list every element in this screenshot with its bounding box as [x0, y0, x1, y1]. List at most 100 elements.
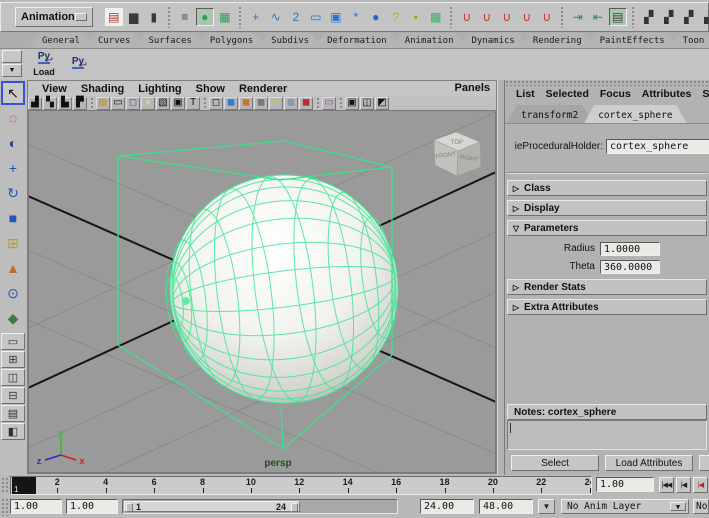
grid-toggle-icon[interactable]: ▦	[96, 96, 110, 110]
save-scene-icon[interactable]: ▮	[145, 8, 163, 26]
gate-mask-icon[interactable]: ●	[141, 96, 155, 110]
viewport-menu-show[interactable]: Show	[196, 83, 225, 95]
layout-two-pane-stacked[interactable]: ⊟	[1, 387, 25, 404]
ae-menu-attributes[interactable]: Attributes	[642, 88, 692, 100]
image-plane-icon[interactable]: ▛	[73, 96, 87, 110]
curve-pencil-icon[interactable]: 2	[287, 8, 305, 26]
lasso-tool[interactable]: ◌	[1, 106, 25, 130]
show-manipulator-tool[interactable]: ⊙	[1, 281, 25, 305]
range-slider[interactable]: 1 24	[122, 499, 398, 514]
range-bar-drag-handle[interactable]	[1, 498, 8, 516]
deformation-mask-icon[interactable]: ▣	[327, 8, 345, 26]
film-gate-icon[interactable]: ▭	[111, 96, 125, 110]
ipr-render-icon[interactable]: ▞	[660, 8, 678, 26]
step-back-frame-button[interactable]: |◀	[676, 477, 691, 493]
notes-header[interactable]: Notes: cortex_sphere	[507, 404, 707, 420]
copy-tab-button-partial[interactable]	[699, 455, 709, 471]
playback-end-field[interactable]: 24.00	[420, 499, 474, 514]
menu-set-selector[interactable]: Animation	[15, 7, 93, 27]
section-parameters[interactable]: ▽ Parameters	[507, 220, 707, 236]
shelf-tab-polygons[interactable]: Polygons	[198, 33, 265, 48]
render-current-frame-icon[interactable]: ▞	[640, 8, 658, 26]
shelf-menu-button[interactable]: ▼	[2, 64, 22, 77]
shelf-tab-animation[interactable]: Animation	[393, 33, 466, 48]
lighting-all-icon[interactable]: ¤	[269, 96, 283, 110]
paint-effects-icon[interactable]: ▩	[427, 8, 445, 26]
texture-borders-icon[interactable]: ▣	[345, 96, 359, 110]
shelf-item-python-1[interactable]: Py ↩	[62, 50, 94, 78]
time-slider-drag-handle[interactable]	[1, 477, 8, 494]
param-field-radius[interactable]: 1.0000	[600, 241, 660, 256]
ae-tab-cortex_sphere[interactable]: cortex_sphere	[584, 105, 686, 123]
go-to-start-button[interactable]: |◀◀	[659, 477, 674, 493]
layout-hypergraph-persp[interactable]: ◧	[1, 423, 25, 440]
node-name-field[interactable]: cortex_sphere	[606, 139, 709, 154]
field-chart-icon[interactable]: ▧	[156, 96, 170, 110]
scale-tool[interactable]: ■	[1, 206, 25, 230]
use-default-material-icon[interactable]: ◼	[254, 96, 268, 110]
smooth-shade-mode-icon[interactable]: ◼	[224, 96, 238, 110]
section-display[interactable]: ▷ Display	[507, 200, 707, 216]
playback-start-field[interactable]: 1.00	[66, 499, 118, 514]
dynamics-mask-icon[interactable]: *	[347, 8, 365, 26]
shelf-tab-rendering[interactable]: Rendering	[521, 33, 594, 48]
new-scene-icon[interactable]: ▤	[104, 8, 123, 26]
playback-range-handle[interactable]: 1 24	[124, 501, 300, 512]
wireframe-mode-icon[interactable]: ◻	[209, 96, 223, 110]
snap-point-magnet-icon[interactable]: ∪	[498, 8, 516, 26]
snap-points-icon[interactable]: +	[247, 8, 265, 26]
shelf-tab-surfaces[interactable]: Surfaces	[136, 33, 203, 48]
input-connection-icon[interactable]: ⇥	[569, 8, 587, 26]
section-extra-attributes[interactable]: ▷ Extra Attributes	[507, 299, 707, 315]
notes-textarea[interactable]	[507, 420, 707, 450]
panels-menu[interactable]: Panels	[455, 82, 490, 94]
curve-mask-icon[interactable]: ∿	[267, 8, 285, 26]
current-frame-marker[interactable]: 1	[12, 477, 36, 494]
open-scene-icon[interactable]: ▆	[125, 8, 143, 26]
current-time-field[interactable]: 1.00	[596, 477, 654, 492]
anim-layer-dropdown[interactable]: No Anim Layer ▼	[561, 499, 689, 514]
rotate-tool[interactable]: ↻	[1, 181, 25, 205]
snap-grid-magnet-icon[interactable]: ∪	[458, 8, 476, 26]
move-tool[interactable]: +	[1, 156, 25, 180]
section-class[interactable]: ▷ Class	[507, 180, 707, 196]
viewport-menu-shading[interactable]: Shading	[81, 83, 124, 95]
shadows-icon[interactable]: ◼	[284, 96, 298, 110]
lock-icon[interactable]: ▪	[407, 8, 425, 26]
shelf-tab-dynamics[interactable]: Dynamics	[460, 33, 527, 48]
universal-manipulator-tool[interactable]: ⊞	[1, 231, 25, 255]
range-end-grip[interactable]	[291, 503, 298, 512]
shelf-tab-painteffects[interactable]: PaintEffects	[588, 33, 677, 48]
construction-history-icon[interactable]: ▤	[608, 8, 627, 26]
safe-action-icon[interactable]: ▣	[171, 96, 185, 110]
help-icon[interactable]: ?	[387, 8, 405, 26]
layout-single-pane[interactable]: ▭	[1, 333, 25, 350]
select-camera-icon[interactable]: ▟	[28, 96, 42, 110]
playback-options-dropdown[interactable]: ▼	[538, 499, 555, 514]
shelf-tab-general[interactable]: General	[30, 33, 92, 48]
last-tool[interactable]: ◆	[1, 306, 25, 330]
output-connection-icon[interactable]: ⇤	[589, 8, 607, 26]
frame-ruler[interactable]: 1 24681012141618202224	[10, 476, 592, 495]
resolution-gate-icon[interactable]: ◻	[126, 96, 140, 110]
snap-plane-magnet-icon[interactable]: ∪	[518, 8, 536, 26]
shelf-item-Load[interactable]: Py ↩ Load	[28, 50, 60, 78]
animation-start-field[interactable]: 1.00	[10, 499, 62, 514]
soft-mod-tool[interactable]: ▲	[1, 256, 25, 280]
rendering-mask-icon[interactable]: ●	[367, 8, 385, 26]
shelf-tab-deformation[interactable]: Deformation	[315, 33, 399, 48]
select-object-icon[interactable]: ●	[195, 8, 214, 26]
range-start-grip[interactable]	[126, 503, 133, 512]
shelf-tab-curves[interactable]: Curves	[86, 33, 143, 48]
bookmark-icon[interactable]: ▙	[58, 96, 72, 110]
xray-mode-icon[interactable]: ◼	[299, 96, 313, 110]
surface-mask-icon[interactable]: ▭	[307, 8, 325, 26]
layout-four-pane[interactable]: ⊞	[1, 351, 25, 368]
layout-outliner-persp[interactable]: ▤	[1, 405, 25, 422]
viewport-menu-renderer[interactable]: Renderer	[239, 83, 287, 95]
select-component-icon[interactable]: ▦	[216, 8, 234, 26]
shelf-tab-toggle-button[interactable]	[2, 50, 22, 63]
camera-attributes-icon[interactable]: ▚	[43, 96, 57, 110]
character-set-dropdown-partial[interactable]: No Ch	[693, 499, 709, 514]
select-tool[interactable]: ↖	[1, 81, 25, 105]
